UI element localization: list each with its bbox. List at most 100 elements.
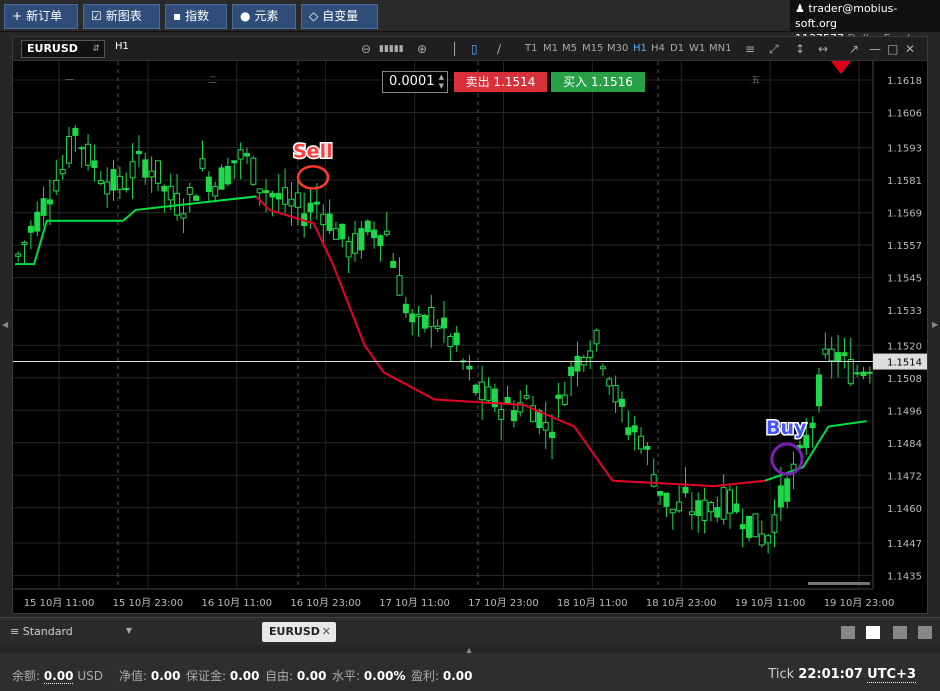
timeframe-h1[interactable]: H1 xyxy=(633,43,647,54)
zoom-in-icon[interactable]: ⊕ xyxy=(417,40,427,58)
tick-time: 22:01:07 xyxy=(798,667,863,682)
candle-body xyxy=(828,348,835,362)
candle-body xyxy=(447,335,454,348)
bar-type-icon[interactable]: │ xyxy=(451,40,458,58)
account-panel[interactable]: ♟ trader@mobius-soft.org 1137577 Dollar … xyxy=(790,0,940,45)
day-marker: 二 xyxy=(208,76,217,86)
timeframe-m15[interactable]: M15 xyxy=(582,43,603,54)
layout-select[interactable]: ≡ Standard ▼ xyxy=(10,625,132,638)
candle-body xyxy=(275,193,282,200)
layout-rows-icon[interactable] xyxy=(918,626,932,639)
line-type-icon[interactable]: ∕ xyxy=(497,40,501,58)
chart-background xyxy=(13,61,927,613)
trading-app: + 新订单 ☑ 新图表 ▪ 指数 ● 元素 ◇ 自变量 ♟ trader@mobius-s… xyxy=(0,0,940,691)
balance-currency: USD xyxy=(77,669,103,683)
timeframe-mn1[interactable]: MN1 xyxy=(709,43,731,54)
candle-body xyxy=(498,409,505,420)
elements-button[interactable]: ● 元素 xyxy=(232,4,296,29)
chart-scrollbar[interactable] xyxy=(808,582,870,585)
price-tick-label: 1.1472 xyxy=(887,471,922,482)
timeframe-m30[interactable]: M30 xyxy=(607,43,628,54)
candle-body xyxy=(332,228,339,240)
price-tick-label: 1.1508 xyxy=(887,374,922,385)
menu-lines-icon[interactable]: ≡ xyxy=(745,40,755,58)
balance-label: 余额: xyxy=(12,669,41,683)
candle-body xyxy=(593,329,600,345)
layout-columns-icon[interactable] xyxy=(893,626,907,639)
current-price-label: 1.1514 xyxy=(887,358,922,369)
candle-body xyxy=(212,186,219,197)
candle-body xyxy=(657,490,664,496)
candle-body xyxy=(135,150,142,155)
timeframe-h4[interactable]: H4 xyxy=(651,43,665,54)
user-icon: ♟ xyxy=(795,2,805,15)
sell-button[interactable]: 卖出 1.1514 xyxy=(454,72,547,92)
candle-body xyxy=(631,425,638,433)
variables-label: 自变量 xyxy=(322,9,359,23)
quantity-input[interactable]: 0.0001 ▲ ▼ xyxy=(382,71,448,93)
candle-body xyxy=(167,185,174,201)
chart-window: EURUSD ⇵ H1 ⊖ ▮▮▮▮▮ ⊕ │ ▯ ∕ ≡ ⤢ ↕ ↔ ↗ — … xyxy=(12,36,928,614)
zoom-out-icon[interactable]: ⊖ xyxy=(361,40,371,58)
candle-body xyxy=(510,410,517,422)
candle-body xyxy=(313,201,320,205)
candle-body xyxy=(377,235,384,247)
candle-type-icon[interactable]: ▯ xyxy=(471,40,478,58)
candle-body xyxy=(21,241,28,245)
candle-body xyxy=(320,213,327,226)
draw-line-icon[interactable]: ⤢ xyxy=(769,40,779,58)
candle-body xyxy=(466,365,473,370)
candle-body xyxy=(523,395,530,399)
timeframe-m5[interactable]: M5 xyxy=(562,43,577,54)
candle-body xyxy=(714,507,721,518)
timeframe-d1[interactable]: D1 xyxy=(670,43,684,54)
horizontal-line-icon[interactable]: ↔ xyxy=(818,40,828,58)
variables-button[interactable]: ◇ 自变量 xyxy=(301,4,378,29)
candle-body xyxy=(434,325,441,330)
candle-body xyxy=(40,198,47,216)
candle-body xyxy=(854,372,861,375)
time-tick-label: 18 10月 23:00 xyxy=(646,597,717,609)
candle-body xyxy=(771,514,778,533)
candle-body xyxy=(180,213,187,219)
timezone-select[interactable]: UTC+3 xyxy=(867,667,916,683)
timeframe-m1[interactable]: M1 xyxy=(543,43,558,54)
candle-body xyxy=(46,199,53,205)
layout-single-icon[interactable] xyxy=(841,626,855,639)
buy-button[interactable]: 买入 1.1516 xyxy=(551,72,645,92)
layout-grid-icon[interactable] xyxy=(866,626,880,639)
close-tab-icon[interactable]: ✕ xyxy=(322,622,331,641)
candle-body xyxy=(15,253,22,257)
detach-icon[interactable]: ↗ xyxy=(849,40,859,58)
candle-body xyxy=(428,307,435,328)
buy-button-label: 买入 1.1516 xyxy=(563,75,633,89)
indicators-button[interactable]: ▪ 指数 xyxy=(165,4,227,29)
tab-eurusd[interactable]: EURUSD ✕ xyxy=(262,622,336,642)
timeframe-t1[interactable]: T1 xyxy=(525,43,537,54)
price-tick-label: 1.1520 xyxy=(887,341,922,352)
stepper-icon[interactable]: ▲ ▼ xyxy=(439,73,444,91)
right-collapse-icon[interactable]: ▶ xyxy=(932,320,938,329)
time-tick-label: 19 10月 11:00 xyxy=(735,597,806,609)
vertical-line-icon[interactable]: ↕ xyxy=(795,40,805,58)
minimize-icon[interactable]: — xyxy=(869,40,881,58)
new-order-button[interactable]: + 新订单 xyxy=(4,4,78,29)
candle-body xyxy=(129,161,136,179)
maximize-icon[interactable]: □ xyxy=(887,40,898,58)
price-chart[interactable]: 1.1618 1.1606 1.1593 1.1581 1.1569 1.1557 1.15… xyxy=(13,61,927,613)
left-collapse-icon[interactable]: ◀ xyxy=(2,320,8,329)
close-icon[interactable]: ✕ xyxy=(905,40,915,58)
zoom-slider[interactable]: ▮▮▮▮▮ xyxy=(379,40,404,58)
candle-body xyxy=(695,500,702,516)
price-tick-label: 1.1545 xyxy=(887,274,922,285)
symbol-select[interactable]: EURUSD ⇵ xyxy=(21,40,105,58)
candle-body xyxy=(638,435,645,450)
candle xyxy=(746,515,753,542)
new-chart-button[interactable]: ☑ 新图表 xyxy=(83,4,160,29)
candle-body xyxy=(415,313,422,317)
timeframe-w1[interactable]: W1 xyxy=(689,43,705,54)
price-tick-label: 1.1484 xyxy=(887,439,922,450)
margin-item: 保证金: 0.00 xyxy=(186,667,259,684)
candle-body xyxy=(282,187,289,205)
price-tick-label: 1.1606 xyxy=(887,108,922,119)
